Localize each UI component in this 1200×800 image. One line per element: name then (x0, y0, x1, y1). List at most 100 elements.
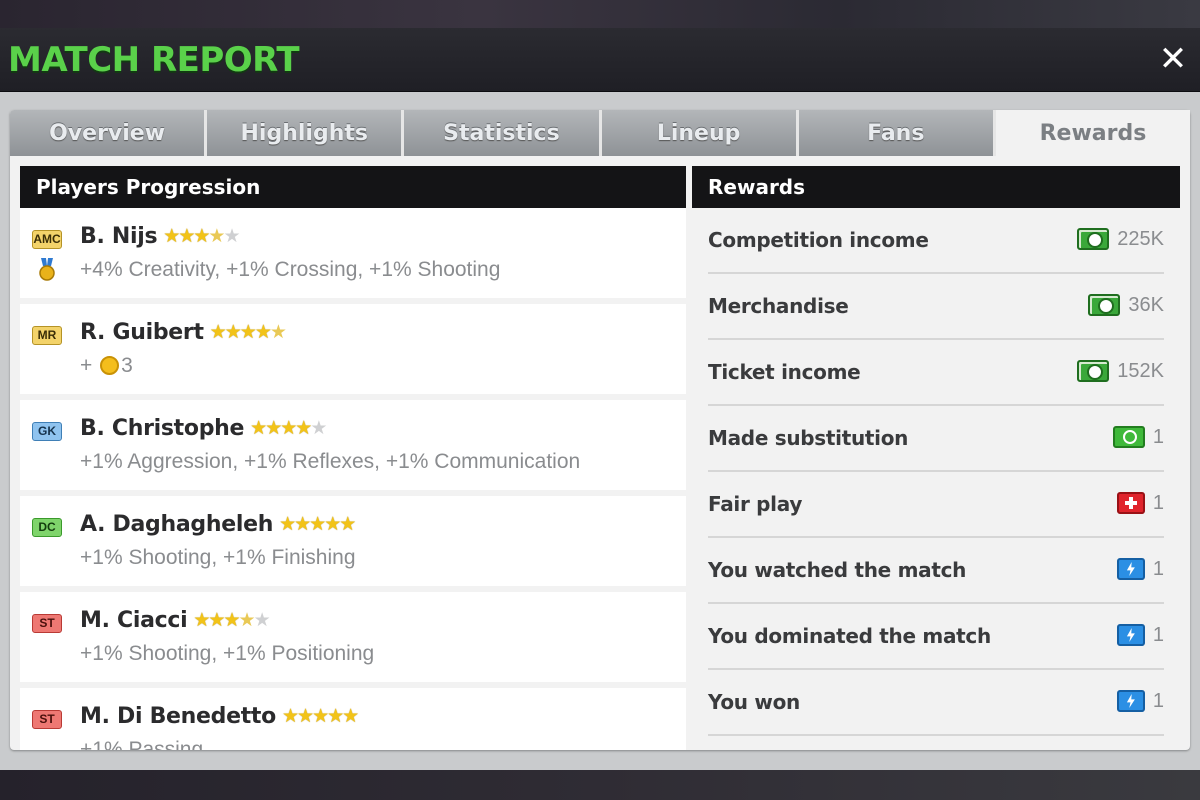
star-empty-icon: ★ (310, 417, 327, 439)
position-badge: ST (32, 710, 62, 729)
player-name: R. Guibert ★★★★★ (80, 320, 287, 345)
player-row[interactable]: GK B. Christophe ★★★★★ +1% Aggression, +1% … (20, 400, 686, 490)
bolt-icon (1116, 624, 1145, 646)
player-name: A. Daghagheleh ★★★★★ (80, 512, 356, 537)
bolt-icon (1116, 558, 1145, 580)
reward-row: You won 1 (708, 670, 1164, 736)
players-progression-panel[interactable]: Players Progression AMC B. Nijs ★★★★★ +4% C… (20, 166, 686, 750)
reward-label: You won (708, 690, 800, 714)
player-name: B. Christophe ★★★★★ (80, 416, 327, 441)
reward-label: Made substitution (708, 426, 909, 450)
player-name-text: B. Nijs (80, 224, 158, 249)
player-name: M. Ciacci ★★★★★ (80, 608, 271, 633)
reward-label: You watched the match (708, 558, 967, 582)
clock-icon (1112, 426, 1145, 448)
star-icon: ★ (223, 609, 240, 631)
reward-row: Ticket income 152K (708, 340, 1164, 406)
reward-value: 1 (1152, 690, 1164, 712)
position-badge: DC (32, 518, 62, 537)
star-icon: ★ (309, 513, 326, 535)
star-icon: ★ (312, 705, 329, 727)
player-row[interactable]: MR R. Guibert ★★★★★ + 3 (20, 304, 686, 394)
player-name-text: B. Christophe (80, 416, 245, 441)
star-rating: ★★★★★ (250, 417, 327, 439)
position-badge: MR (32, 326, 62, 345)
star-icon: ★ (279, 513, 296, 535)
star-rating: ★★★★★ (193, 609, 271, 631)
money-icon (1077, 228, 1110, 250)
star-icon: ★ (295, 417, 312, 439)
background-top (0, 0, 1200, 28)
reward-label: You dominated the match (708, 624, 991, 648)
player-name-text: A. Daghagheleh (80, 512, 274, 537)
reward-row: Fair play 1 (708, 472, 1164, 538)
player-row[interactable]: AMC B. Nijs ★★★★★ +4% Creativity, +1% Cross… (20, 208, 686, 298)
tab-statistics[interactable]: Statistics (404, 110, 602, 156)
player-progress: + 3 (80, 354, 133, 378)
reward-row: Merchandise 36K (708, 274, 1164, 340)
report-frame: Overview Highlights Statistics Lineup Fa… (10, 110, 1191, 750)
star-icon: ★ (193, 225, 210, 247)
star-icon: ★ (280, 417, 297, 439)
player-progress: +1% Shooting, +1% Positioning (80, 642, 375, 665)
medal-icon (37, 258, 57, 282)
player-name-text: M. Ciacci (80, 608, 188, 633)
progress-prefix: + (80, 354, 93, 377)
bolt-icon (1116, 690, 1145, 712)
star-icon: ★ (327, 705, 344, 727)
star-rating: ★★★★★ (282, 705, 359, 727)
header-bar: MATCH REPORT ✕ (0, 28, 1200, 92)
tab-rewards[interactable]: Rewards (995, 110, 1191, 156)
reward-row: Made substitution 1 (708, 406, 1164, 472)
player-name: M. Di Benedetto ★★★★★ (80, 704, 359, 729)
star-icon: ★ (342, 705, 359, 727)
star-empty-icon: ★ (223, 225, 240, 247)
player-progress: +1% Aggression, +1% Reflexes, +1% Commun… (80, 450, 581, 473)
reward-value: 1 (1152, 558, 1164, 580)
reward-value: 36K (1128, 294, 1164, 316)
players-progression-header: Players Progression (20, 166, 686, 208)
player-row[interactable]: ST M. Ciacci ★★★★★ +1% Shooting, +1% Positi… (20, 592, 686, 682)
reward-value: 1 (1152, 492, 1164, 514)
page-title: MATCH REPORT (8, 40, 300, 80)
player-name-text: R. Guibert (80, 320, 204, 345)
star-icon: ★ (297, 705, 314, 727)
position-badge: ST (32, 614, 62, 633)
report-panel: Overview Highlights Statistics Lineup Fa… (0, 92, 1200, 770)
coin-icon (100, 356, 120, 375)
player-row[interactable]: ST M. Di Benedetto ★★★★★ +1% Passing (20, 688, 686, 750)
star-icon: ★ (163, 225, 180, 247)
progress-value: 3 (121, 354, 133, 377)
star-icon: ★ (193, 609, 210, 631)
close-icon[interactable]: ✕ (1156, 42, 1190, 76)
reward-label: Ticket income (708, 360, 861, 384)
star-icon: ★ (239, 321, 257, 343)
player-name: B. Nijs ★★★★★ (80, 224, 241, 249)
star-icon: ★ (324, 513, 341, 535)
tab-bar: Overview Highlights Statistics Lineup Fa… (10, 110, 1191, 156)
tab-fans[interactable]: Fans (798, 110, 996, 156)
star-icon: ★ (224, 321, 242, 343)
star-icon: ★ (209, 321, 227, 343)
reward-value: 1 (1152, 624, 1164, 646)
tab-highlights[interactable]: Highlights (207, 110, 405, 156)
reward-value: 1 (1152, 426, 1164, 448)
money-icon (1088, 294, 1121, 316)
star-rating: ★★★★★ (163, 225, 240, 247)
player-name-text: M. Di Benedetto (80, 704, 276, 729)
position-badge: AMC (32, 230, 62, 249)
star-icon: ★ (178, 225, 195, 247)
half-star-icon: ★ (269, 321, 287, 343)
players-list: AMC B. Nijs ★★★★★ +4% Creativity, +1% Cross… (20, 208, 686, 750)
position-badge: GK (32, 422, 62, 441)
player-row[interactable]: DC A. Daghagheleh ★★★★★ +1% Shooting, +1% F… (20, 496, 686, 586)
star-rating: ★★★★★ (209, 321, 287, 343)
star-icon: ★ (339, 513, 356, 535)
player-progress: +1% Passing (80, 738, 204, 750)
tab-lineup[interactable]: Lineup (601, 110, 799, 156)
tab-overview[interactable]: Overview (10, 110, 208, 156)
star-empty-icon: ★ (253, 609, 271, 631)
rewards-panel[interactable]: Rewards Competition income 225K Merchandis… (692, 166, 1180, 750)
reward-label: Competition income (708, 228, 929, 252)
star-rating: ★★★★★ (279, 513, 356, 535)
